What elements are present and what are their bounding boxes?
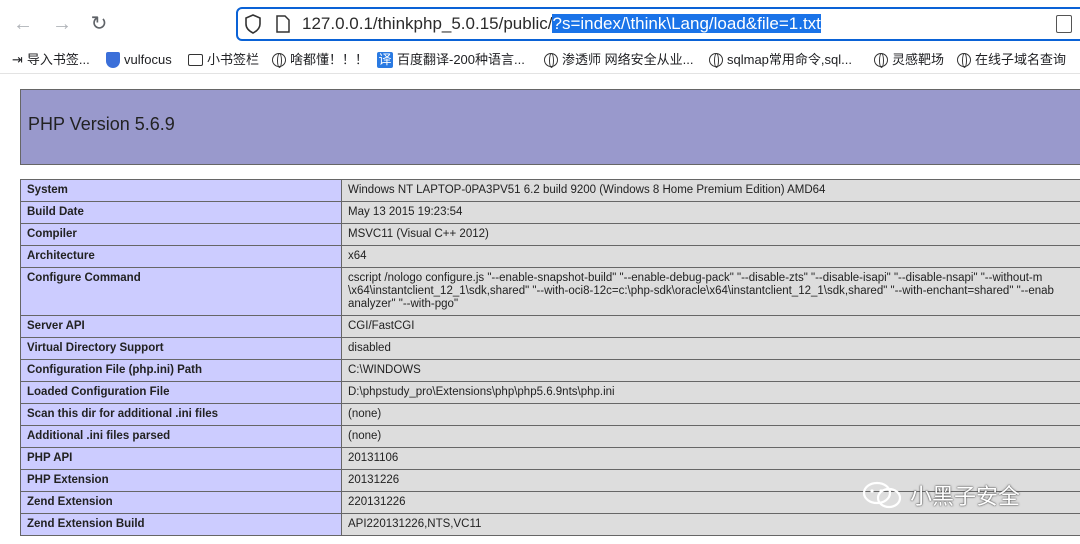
row-key: Virtual Directory Support [20, 337, 342, 360]
globe-icon [709, 53, 723, 68]
table-row: Architecture x64 [20, 245, 1080, 268]
table-row: Configure Command cscript /nologo configu… [20, 267, 1080, 316]
folder-icon [188, 54, 203, 66]
row-value: (none) [341, 403, 1080, 426]
row-key: PHP API [20, 447, 342, 470]
row-value: (none) [341, 425, 1080, 448]
table-row: Server API CGI/FastCGI [20, 315, 1080, 338]
row-value: D:\phpstudy_pro\Extensions\php\php5.6.9n… [341, 381, 1080, 404]
row-key: Scan this dir for additional .ini files [20, 403, 342, 426]
forward-arrow-icon[interactable]: → [49, 11, 75, 37]
bookmark-label: 啥都懂！！！ [290, 52, 369, 67]
table-row: Virtual Directory Support disabled [20, 337, 1080, 360]
bookmark-import[interactable]: ⇥ 导入书签... [12, 51, 90, 69]
wechat-icon [862, 481, 902, 509]
row-value: 20131106 [341, 447, 1080, 470]
table-row: Compiler MSVC11 (Visual C++ 2012) [20, 223, 1080, 246]
row-key: Architecture [20, 245, 342, 268]
row-value: MSVC11 (Visual C++ 2012) [341, 223, 1080, 246]
table-row: Additional .ini files parsed (none) [20, 425, 1080, 448]
bookmark-label: sqlmap常用命令,sql... [727, 52, 852, 67]
translate-icon: 译 [377, 52, 393, 68]
bookmark-folder[interactable]: 小书签栏 [188, 51, 259, 69]
row-value: CGI/FastCGI [341, 315, 1080, 338]
row-value: x64 [341, 245, 1080, 268]
row-value: C:\WINDOWS [341, 359, 1080, 382]
bookmark-vulfocus[interactable]: vulfocus [106, 51, 172, 69]
row-key: Loaded Configuration File [20, 381, 342, 404]
url-text[interactable]: 127.0.0.1/thinkphp_5.0.15/public/?s=inde… [302, 13, 821, 35]
table-row: PHP API 20131106 [20, 447, 1080, 470]
bookmark-label: 灵感靶场 [892, 52, 945, 67]
table-row: Loaded Configuration File D:\phpstudy_pro… [20, 381, 1080, 404]
table-row: Build Date May 13 2015 19:23:54 [20, 201, 1080, 224]
table-row: System Windows NT LAPTOP-0PA3PV51 6.2 bui… [20, 179, 1080, 202]
table-row: Scan this dir for additional .ini files(… [20, 403, 1080, 426]
shield-icon[interactable] [244, 14, 262, 34]
row-value: cscript /nologo configure.js "--enable-s… [341, 267, 1080, 316]
row-key: Zend Extension [20, 491, 342, 514]
page-icon[interactable] [276, 15, 290, 33]
back-arrow-icon[interactable]: ← [10, 11, 36, 37]
row-key: System [20, 179, 342, 202]
row-value: Windows NT LAPTOP-0PA3PV51 6.2 build 920… [341, 179, 1080, 202]
bookmark-item[interactable]: 译百度翻译-200种语言... [377, 51, 525, 69]
row-key: Configure Command [20, 267, 342, 316]
row-value: May 13 2015 19:23:54 [341, 201, 1080, 224]
row-value-line: cscript /nologo configure.js "--enable-s… [348, 272, 1043, 284]
browser-toolbar: ← → ↻ 127.0.0.1/thinkphp_5.0.15/public/?… [0, 0, 1080, 48]
bookmark-label: vulfocus [124, 52, 172, 67]
row-value: API220131226,NTS,VC11 [341, 513, 1080, 536]
reload-icon[interactable]: ↻ [86, 11, 112, 37]
globe-icon [874, 53, 888, 68]
bookmark-item[interactable]: 渗透师 网络安全从业... [544, 51, 693, 69]
globe-icon [544, 53, 558, 68]
table-row: Configuration File (php.ini) Path C:\WIND… [20, 359, 1080, 382]
globe-icon [957, 53, 971, 68]
bookmark-label: 百度翻译-200种语言... [397, 52, 525, 67]
row-key: PHP Extension [20, 469, 342, 492]
shield-icon [106, 52, 120, 68]
row-key: Additional .ini files parsed [20, 425, 342, 448]
reader-view-icon[interactable] [1056, 15, 1072, 33]
row-value: disabled [341, 337, 1080, 360]
page-content: PHP Version 5.6.9 System Windows NT LAPTO… [0, 75, 1080, 544]
url-selected: ?s=index/\think\Lang/load&file=1.txt [552, 14, 821, 33]
url-plain: 127.0.0.1/thinkphp_5.0.15/public/ [302, 14, 553, 33]
bookmark-label: 渗透师 网络安全从业... [562, 52, 694, 67]
row-key: Compiler [20, 223, 342, 246]
bookmark-label: 小书签栏 [207, 52, 260, 67]
bookmark-item[interactable]: 啥都懂！！！ [272, 51, 368, 69]
row-key: Zend Extension Build [20, 513, 342, 536]
bookmarks-bar: ⇥ 导入书签... vulfocus 小书签栏 啥都懂！！！ 译百度翻译-200种… [0, 48, 1080, 74]
watermark: 小黑子安全 [862, 479, 1020, 511]
php-version-header: PHP Version 5.6.9 [20, 89, 1080, 165]
row-value-line: analyzer" "--with-pgo" [348, 298, 459, 310]
row-key: Build Date [20, 201, 342, 224]
table-row: Zend Extension Build API220131226,NTS,VC1… [20, 513, 1080, 536]
bookmark-label: 导入书签... [26, 52, 90, 67]
bookmark-item[interactable]: 在线子域名查询 [957, 51, 1066, 69]
watermark-text: 小黑子安全 [910, 484, 1021, 509]
bookmark-label: 在线子域名查询 [975, 52, 1067, 67]
row-key: Configuration File (php.ini) Path [20, 359, 342, 382]
row-key: Server API [20, 315, 342, 338]
bookmark-item[interactable]: sqlmap常用命令,sql... [709, 51, 852, 69]
page-title: PHP Version 5.6.9 [28, 114, 175, 134]
bookmark-item[interactable]: 灵感靶场 [874, 51, 944, 69]
address-bar[interactable]: 127.0.0.1/thinkphp_5.0.15/public/?s=inde… [236, 7, 1080, 41]
import-icon: ⇥ [12, 52, 23, 67]
globe-icon [272, 53, 286, 68]
row-value-line: \x64\instantclient_12_1\sdk,shared" "--w… [348, 285, 1054, 297]
